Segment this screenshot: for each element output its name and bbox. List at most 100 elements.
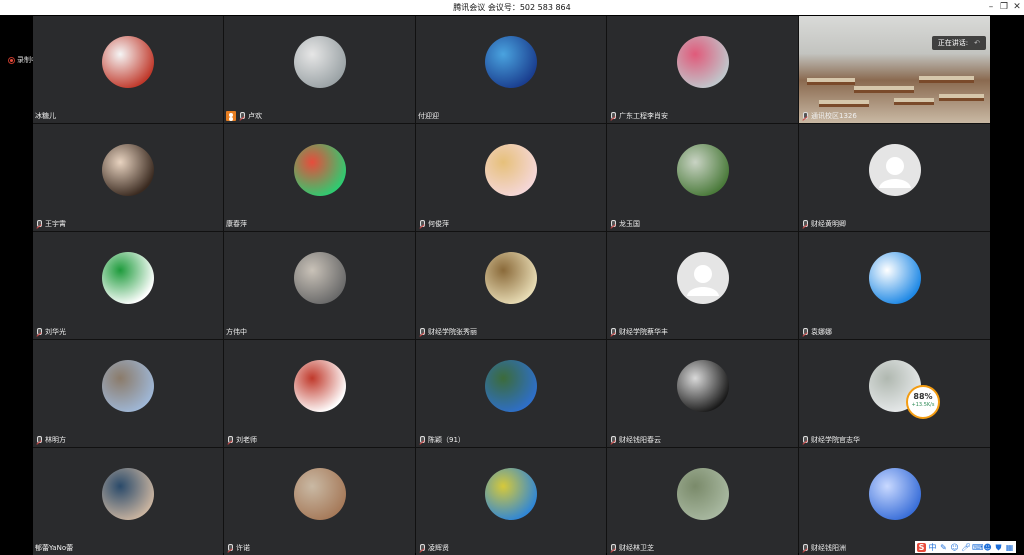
participant-name: 许诺 bbox=[236, 544, 250, 552]
participant-name-row: 王宇霄 bbox=[35, 219, 66, 229]
desk bbox=[939, 94, 984, 101]
participant-tile[interactable]: 财经钱阳春云 bbox=[607, 340, 798, 447]
participant-tile[interactable]: 财经学院张秀丽 bbox=[416, 232, 606, 339]
participant-tile[interactable]: 王宇霄 bbox=[33, 124, 223, 231]
emoji-icon[interactable]: ☺ bbox=[950, 543, 959, 552]
participant-name: 财经学院蔡华丰 bbox=[619, 328, 668, 336]
participant-tile[interactable]: 康春萍 bbox=[224, 124, 415, 231]
participant-name-row: 财经钱阳洲 bbox=[801, 543, 846, 553]
participant-name: 付迎迎 bbox=[418, 112, 439, 120]
mic-muted-icon bbox=[35, 328, 43, 336]
participant-name: 何俊萍 bbox=[428, 220, 449, 228]
participant-name-row: 财经钱阳春云 bbox=[609, 435, 661, 445]
mic-muted-icon bbox=[801, 544, 809, 552]
participant-grid: 冰糖儿 卢欢 付迎迎 广东工程李肖安 正在讲话: ↶ 通讯校区1326 王宇霄 康春萍 何俊萍 龙玉… bbox=[33, 16, 990, 555]
participant-name-row: 康春萍 bbox=[226, 219, 247, 229]
keyboard-icon[interactable]: ⌨ bbox=[972, 543, 984, 552]
record-icon bbox=[8, 56, 15, 64]
mic-muted-icon bbox=[418, 220, 426, 228]
participant-tile[interactable]: 88% +13.5K/s 财经学院官志华 bbox=[799, 340, 990, 447]
participant-name-row: 龙玉国 bbox=[609, 219, 640, 229]
avatar bbox=[485, 252, 537, 304]
participant-tile[interactable]: 龙玉国 bbox=[607, 124, 798, 231]
participant-tile[interactable]: 冰糖儿 bbox=[33, 16, 223, 123]
ime-icon[interactable]: S bbox=[917, 542, 926, 552]
window-titlebar: 腾讯会议 会议号：502 583 864 – ❐ ✕ bbox=[0, 0, 1024, 15]
avatar bbox=[676, 360, 729, 412]
mic-muted-icon bbox=[609, 436, 617, 444]
participant-tile[interactable]: 刘华光 bbox=[33, 232, 223, 339]
participant-tile[interactable]: 财经学院蔡华丰 bbox=[607, 232, 798, 339]
avatar bbox=[868, 252, 921, 304]
shirt-icon[interactable]: ⛊ bbox=[994, 543, 1003, 552]
participant-name: 凌辉贤 bbox=[428, 544, 449, 552]
desk bbox=[894, 98, 934, 105]
participant-tile[interactable]: 刘老师 bbox=[224, 340, 415, 447]
user-icon[interactable]: ☻ bbox=[983, 543, 992, 552]
avatar bbox=[868, 468, 921, 520]
avatar bbox=[102, 468, 154, 520]
mic-muted-icon bbox=[801, 328, 809, 336]
restore-icon[interactable]: ❐ bbox=[997, 0, 1011, 15]
window-title: 腾讯会议 会议号：502 583 864 bbox=[453, 3, 571, 12]
mic-muted-icon bbox=[238, 112, 246, 120]
participant-name-row: 财经学院蔡华丰 bbox=[609, 327, 668, 337]
participant-tile[interactable]: 何俊萍 bbox=[416, 124, 606, 231]
live-video-feed bbox=[799, 16, 990, 123]
microphone-icon[interactable]: 🎤︎ bbox=[961, 543, 971, 552]
participant-tile[interactable]: 凌辉贤 bbox=[416, 448, 606, 555]
mic-muted-icon bbox=[418, 544, 426, 552]
avatar bbox=[293, 144, 346, 196]
participant-tile[interactable]: 许诺 bbox=[224, 448, 415, 555]
avatar bbox=[293, 360, 346, 412]
participant-name-row: 袁娜娜 bbox=[801, 327, 832, 337]
participant-tile[interactable]: 财经林卫芝 bbox=[607, 448, 798, 555]
participant-tile[interactable]: 卢欢 bbox=[224, 16, 415, 123]
participant-tile[interactable]: 林明方 bbox=[33, 340, 223, 447]
participant-name: 康春萍 bbox=[226, 220, 247, 228]
participant-name-row: 刘老师 bbox=[226, 435, 257, 445]
avatar bbox=[676, 36, 729, 88]
mic-muted-icon bbox=[609, 220, 617, 228]
desk bbox=[807, 78, 855, 85]
participant-name-row: 冰糖儿 bbox=[35, 111, 56, 121]
participant-tile[interactable]: 陈颖（91） bbox=[416, 340, 606, 447]
avatar bbox=[293, 252, 346, 304]
participant-name-row: 卢欢 bbox=[226, 111, 262, 121]
participant-tile[interactable]: 财经钱阳洲 bbox=[799, 448, 990, 555]
participant-tile[interactable]: 广东工程李肖安 bbox=[607, 16, 798, 123]
participant-name: 通讯校区1326 bbox=[811, 112, 857, 120]
participant-tile[interactable]: 郁蕾YaNo蕾 bbox=[33, 448, 223, 555]
participant-name-row: 陈颖（91） bbox=[418, 435, 465, 445]
participant-name: 王宇霄 bbox=[45, 220, 66, 228]
punctuation-icon[interactable]: ✎ bbox=[939, 543, 948, 552]
avatar bbox=[293, 36, 346, 88]
participant-name: 财经黄明卿 bbox=[811, 220, 846, 228]
participant-tile[interactable]: 袁娜娜 bbox=[799, 232, 990, 339]
grid-icon[interactable]: ▦ bbox=[1005, 543, 1014, 552]
language-icon[interactable]: 中 bbox=[928, 543, 937, 552]
participant-name: 刘华光 bbox=[45, 328, 66, 336]
minimize-icon[interactable]: – bbox=[984, 0, 998, 15]
participant-name-row: 许诺 bbox=[226, 543, 250, 553]
mic-muted-icon bbox=[609, 112, 617, 120]
participant-name: 财经学院张秀丽 bbox=[428, 328, 477, 336]
participant-tile[interactable]: 方伟中 bbox=[224, 232, 415, 339]
system-tray: S 中 ✎ ☺ 🎤︎ ⌨ ☻ ⛊ ▦ bbox=[915, 541, 1016, 553]
avatar bbox=[485, 360, 537, 412]
close-icon[interactable]: ✕ bbox=[1010, 0, 1024, 15]
speaking-indicator: 正在讲话: ↶ bbox=[931, 36, 986, 50]
participant-tile[interactable]: 正在讲话: ↶ 通讯校区1326 bbox=[799, 16, 990, 123]
avatar bbox=[102, 252, 154, 304]
network-badge[interactable]: 88% +13.5K/s bbox=[906, 385, 940, 419]
participant-name-row: 财经学院张秀丽 bbox=[418, 327, 477, 337]
mic-muted-icon bbox=[801, 112, 809, 120]
participant-name-row: 郁蕾YaNo蕾 bbox=[35, 543, 73, 553]
participant-name-row: 刘华光 bbox=[35, 327, 66, 337]
desk bbox=[854, 86, 914, 93]
participant-tile[interactable]: 财经黄明卿 bbox=[799, 124, 990, 231]
mic-muted-icon bbox=[35, 220, 43, 228]
mic-muted-icon bbox=[226, 436, 234, 444]
participant-tile[interactable]: 付迎迎 bbox=[416, 16, 606, 123]
collapse-icon[interactable]: ↶ bbox=[974, 36, 980, 50]
